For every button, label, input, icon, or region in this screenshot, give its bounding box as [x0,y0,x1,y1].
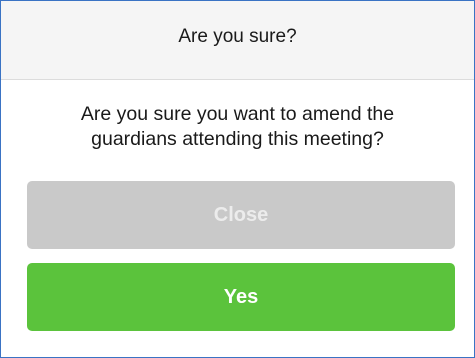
dialog-message: Are you sure you want to amend the guard… [80,103,395,150]
dialog-header: Are you sure? [1,1,474,80]
close-button[interactable]: Close [27,181,455,249]
confirmation-dialog: Are you sure? Are you sure you want to a… [0,0,475,358]
yes-button[interactable]: Yes [27,263,455,331]
dialog-title: Are you sure? [178,26,297,47]
dialog-body: Are you sure you want to amend the guard… [1,80,474,152]
